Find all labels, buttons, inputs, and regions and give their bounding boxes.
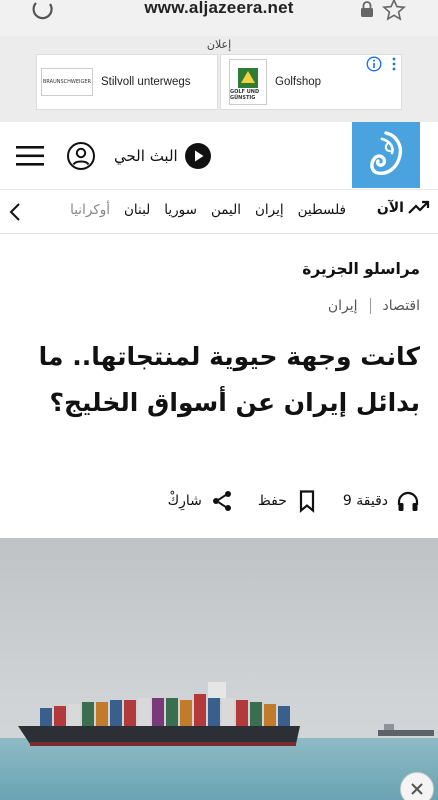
braunschweiger-logo: BRAUNSCHWEIGER xyxy=(41,68,93,96)
article-hero-image xyxy=(0,538,438,800)
nav-fade xyxy=(26,198,50,226)
lock-icon xyxy=(361,1,373,17)
aljazeera-logo[interactable] xyxy=(352,122,420,188)
ad-card-title: Golfshop xyxy=(275,76,322,88)
bookmark-icon xyxy=(299,490,314,513)
ad-info-icon[interactable] xyxy=(366,56,382,72)
save-label: حفظ xyxy=(257,493,287,509)
share-label: شارِكْ xyxy=(167,493,202,509)
topic-nav-bar: الآن فلسطين إيران اليمن سوريا لبنان أوكر… xyxy=(0,190,438,234)
nav-item-syria[interactable]: سوريا xyxy=(164,202,197,218)
star-icon[interactable] xyxy=(382,0,406,22)
nav-items: فلسطين إيران اليمن سوريا لبنان أوكرانيا xyxy=(70,202,346,218)
nav-item-palestine[interactable]: فلسطين xyxy=(298,202,346,218)
chevron-left-icon[interactable] xyxy=(8,202,22,222)
share-button[interactable]: شارِكْ xyxy=(168,489,234,513)
article-author[interactable]: مراسلو الجزيرة xyxy=(302,260,420,278)
listen-button[interactable]: 9 دقيقة xyxy=(343,489,420,513)
save-button[interactable]: حفظ xyxy=(258,489,319,513)
user-account-icon[interactable] xyxy=(66,141,96,171)
nav-item-ukraine[interactable]: أوكرانيا xyxy=(70,202,110,218)
golf-logo-mark xyxy=(238,68,258,88)
read-time: 9 دقيقة xyxy=(342,493,388,509)
nav-now[interactable]: الآن xyxy=(377,200,430,216)
breadcrumb: اقتصاد إيران xyxy=(328,298,420,314)
close-icon xyxy=(411,783,423,795)
ad-label: إعلان xyxy=(206,38,232,51)
breadcrumb-iran[interactable]: إيران xyxy=(328,298,358,314)
hamburger-menu-icon[interactable] xyxy=(14,142,46,170)
ad-card-title: Stilvoll unterwegs xyxy=(101,76,191,88)
nav-item-yemen[interactable]: اليمن xyxy=(211,202,241,218)
golf-logo: GOLF UND GÜNSTIG xyxy=(229,59,267,105)
nav-item-lebanon[interactable]: لبنان xyxy=(124,202,150,218)
article-actions: 9 دقيقة حفظ شارِكْ xyxy=(168,486,420,516)
container-ship-illustration xyxy=(18,676,434,746)
live-stream-label: البث الحي xyxy=(114,147,178,165)
ad-card-stilvoll[interactable]: BRAUNSCHWEIGER Stilvoll unterwegs xyxy=(36,54,218,110)
trending-icon xyxy=(408,200,430,214)
nav-now-label: الآن xyxy=(376,200,404,216)
headphones-icon xyxy=(397,491,419,511)
share-icon xyxy=(212,491,231,511)
aljazeera-logo-mark xyxy=(370,131,403,175)
breadcrumb-separator xyxy=(369,298,371,314)
live-stream-button[interactable]: البث الحي xyxy=(114,142,212,170)
ad-menu-icon[interactable] xyxy=(389,56,399,72)
breadcrumb-economy[interactable]: اقتصاد xyxy=(383,298,420,314)
golf-logo-text: GOLF UND GÜNSTIG xyxy=(230,89,260,101)
browser-url-bar: www.aljazeera.net xyxy=(0,0,438,36)
close-image-button[interactable] xyxy=(400,772,434,800)
site-header: البث الحي xyxy=(0,122,438,190)
ad-banner: إعلان BRAUNSCHWEIGER Stilvoll unterwegs … xyxy=(0,36,438,122)
nav-item-iran[interactable]: إيران xyxy=(255,202,284,218)
article-title: كانت وجهة حيوية لمنتجاتها.. ما بدائل إير… xyxy=(38,342,420,417)
play-icon xyxy=(184,143,211,169)
